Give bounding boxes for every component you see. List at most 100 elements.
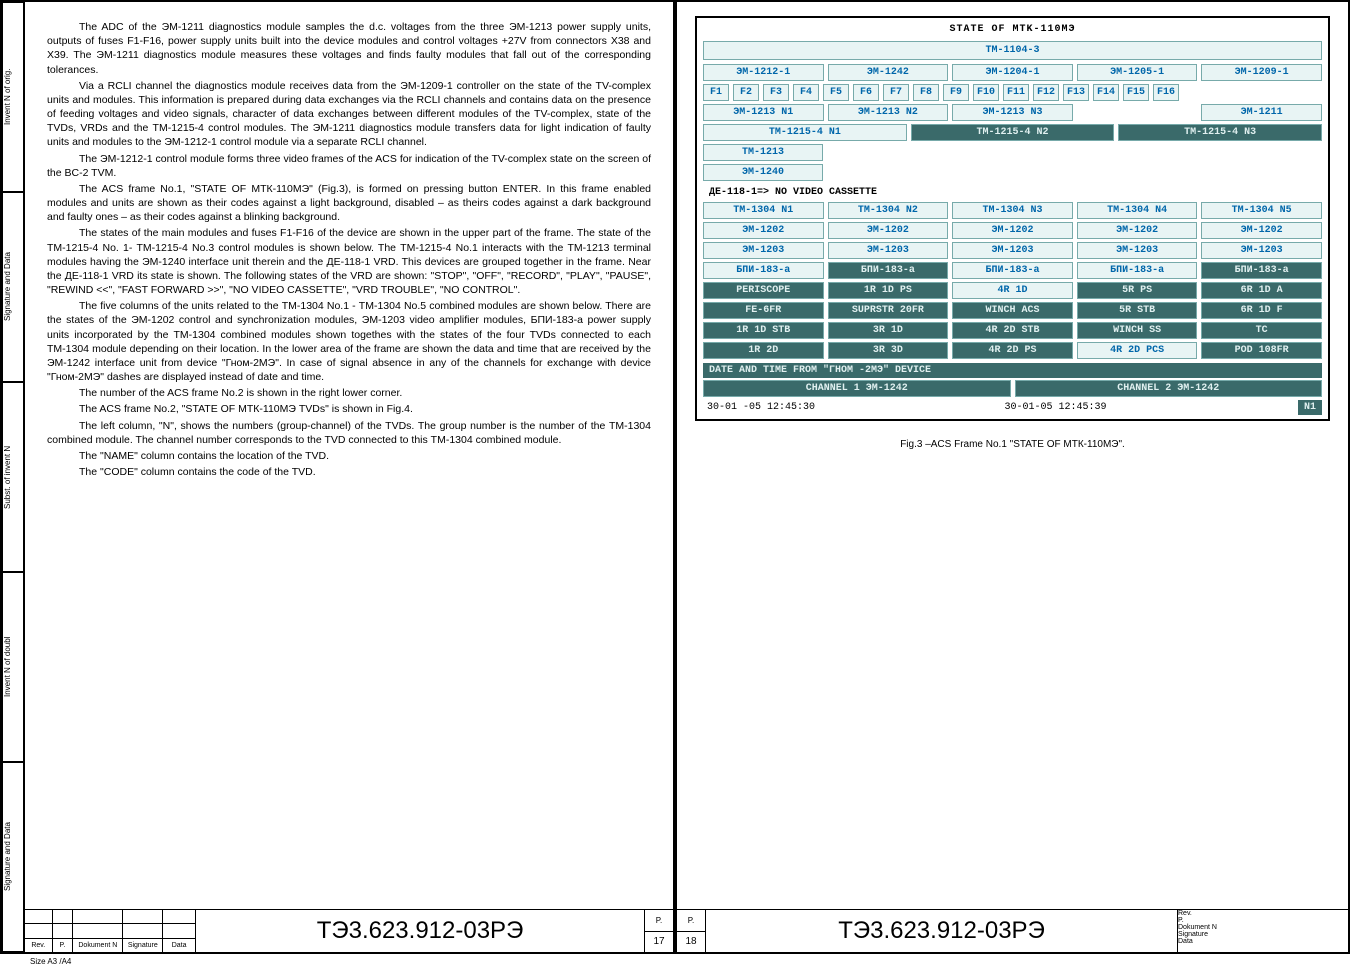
datetime-left: 30-01 -05 12:45:30: [703, 400, 995, 415]
em1240: ЭМ-1240: [703, 164, 823, 181]
channel2: CHANNEL 2 ЭМ-1242: [1015, 380, 1323, 397]
screen-subtitle: ТМ-1104-3: [703, 41, 1322, 60]
fuse-cell: F6: [853, 84, 879, 101]
side-tab: Invent N of doubl: [2, 572, 24, 762]
side-tab: Subst. of invent N: [2, 382, 24, 572]
screen-cell: TM-1304 N2: [828, 202, 949, 219]
grid-cell: WINCH SS: [1077, 322, 1198, 339]
paragraph: The states of the main modules and fuses…: [47, 226, 651, 297]
channel1: CHANNEL 1 ЭМ-1242: [703, 380, 1011, 397]
fuse-cell: F7: [883, 84, 909, 101]
doc-number: ТЭ3.623.912-03РЭ: [706, 910, 1178, 952]
hdr-dok: Dokument N: [1178, 924, 1348, 931]
grid-cell: БПИ-183-а: [1077, 262, 1198, 279]
fuse-cell: F16: [1153, 84, 1179, 101]
left-content: The ADC of the ЭМ-1211 diagnostics modul…: [24, 2, 673, 952]
screen-cell: ЭМ-1212-1: [703, 64, 824, 81]
side-tab: Signature and Data: [2, 192, 24, 382]
screen-cell: TM-1304 N4: [1077, 202, 1198, 219]
acs-screen: STATE OF MTK-110МЭ ТМ-1104-3 ЭМ-1212-1ЭМ…: [695, 16, 1330, 421]
grid-cell: 5R STB: [1077, 302, 1198, 319]
grid-cell: ЭМ-1203: [1077, 242, 1198, 259]
grid-cell: 5R PS: [1077, 282, 1198, 299]
page-num: 17: [645, 932, 673, 953]
de-state: ДЕ-118-1=> NO VIDEO CASSETTE: [703, 185, 1322, 200]
grid-cell: ЭМ-1202: [1201, 222, 1322, 239]
fuse-cell: F14: [1093, 84, 1119, 101]
screen-cell: ЭМ-1213 N1: [703, 104, 824, 121]
p-label: P.: [645, 910, 673, 932]
grid-cell: БПИ-183-а: [828, 262, 949, 279]
grid-cell: POD 108FR: [1201, 342, 1322, 359]
date-header: DATE AND TIME FROM "ГНОМ -2МЭ" DEVICE: [703, 363, 1322, 378]
side-tabs: Invent N of orig. Signature and Data Sub…: [2, 2, 24, 952]
grid-cell: ЭМ-1202: [703, 222, 824, 239]
left-page: Invent N of orig. Signature and Data Sub…: [0, 0, 675, 954]
paragraph: The ADC of the ЭМ-1211 diagnostics modul…: [47, 20, 651, 77]
fuse-cell: F1: [703, 84, 729, 101]
hdr-data: Data: [163, 939, 195, 952]
screen-cell: ЭМ-1209-1: [1201, 64, 1322, 81]
grid-cell: 4R 2D PCS: [1077, 342, 1198, 359]
right-content: STATE OF MTK-110МЭ ТМ-1104-3 ЭМ-1212-1ЭМ…: [677, 2, 1348, 952]
body-text: The ADC of the ЭМ-1211 diagnostics modul…: [25, 2, 673, 909]
grid-cell: 1R 1D STB: [703, 322, 824, 339]
grid-cell: 4R 2D PS: [952, 342, 1073, 359]
revision-table: Rev. P. Dokument N Signature Data: [25, 910, 195, 952]
tm1215-cell: TM-1215-4 N3: [1118, 124, 1322, 141]
paragraph: The five columns of the units related to…: [47, 299, 651, 384]
grid-cell: 4R 2D STB: [952, 322, 1073, 339]
paragraph: The ЭМ-1212-1 control module forms three…: [47, 152, 651, 180]
hdr-rev: Rev.: [25, 939, 53, 952]
paragraph: The number of the ACS frame No.2 is show…: [47, 386, 651, 400]
paragraph: The "CODE" column contains the code of t…: [47, 465, 651, 479]
fuse-cell: F5: [823, 84, 849, 101]
screen-cell: ЭМ-1213 N3: [952, 104, 1073, 121]
fuse-cell: F10: [973, 84, 999, 101]
grid-cell: ЭМ-1202: [952, 222, 1073, 239]
tm1213: TM-1213: [703, 144, 823, 161]
fuse-cell: F11: [1003, 84, 1029, 101]
grid-cell: 3R 3D: [828, 342, 949, 359]
screen-wrap: STATE OF MTK-110МЭ ТМ-1104-3 ЭМ-1212-1ЭМ…: [677, 2, 1348, 456]
hdr-sig: Signature: [123, 939, 163, 952]
grid-cell: БПИ-183-а: [952, 262, 1073, 279]
paragraph: The left column, "N", shows the numbers …: [47, 419, 651, 447]
grid-cell: ЭМ-1203: [1201, 242, 1322, 259]
title-block-right: P. 18 ТЭ3.623.912-03РЭ Rev. P. Dokument …: [677, 909, 1348, 952]
grid-cell: БПИ-183-а: [703, 262, 824, 279]
grid-cell: FE-6FR: [703, 302, 824, 319]
paragraph: The ACS frame No.1, "STATE OF МТК-110МЭ"…: [47, 182, 651, 225]
hdr-rev: Rev.: [1178, 910, 1348, 917]
fuse-cell: F8: [913, 84, 939, 101]
fuse-cell: F15: [1123, 84, 1149, 101]
grid-cell: 1R 2D: [703, 342, 824, 359]
side-tab: Signature and Data: [2, 762, 24, 952]
fuse-cell: F2: [733, 84, 759, 101]
hdr-dok: Dokument N: [73, 939, 123, 952]
grid-cell: TC: [1201, 322, 1322, 339]
grid-cell: ЭМ-1203: [952, 242, 1073, 259]
page-number-box: P. 17: [645, 910, 673, 952]
doc-number: ТЭ3.623.912-03РЭ: [195, 910, 645, 952]
page-num: 18: [677, 932, 705, 953]
screen-cell: ЭМ-1205-1: [1077, 64, 1198, 81]
grid-cell: ЭМ-1203: [828, 242, 949, 259]
datetime-row: 30-01 -05 12:45:30 30-01-05 12:45:39 N1: [703, 400, 1322, 415]
grid-cell: 3R 1D: [828, 322, 949, 339]
hdr-data: Data: [1178, 938, 1348, 945]
grid-cell: БПИ-183-а: [1201, 262, 1322, 279]
grid-cell: PERISCOPE: [703, 282, 824, 299]
screen-cell: TM-1304 N1: [703, 202, 824, 219]
screen-cell: ЭМ-1213 N2: [828, 104, 949, 121]
tm1215-cell: TM-1215-4 N1: [703, 124, 907, 141]
paragraph: The ACS frame No.2, "STATE OF МТК-110МЭ …: [47, 402, 651, 416]
grid-cell: SUPRSTR 20FR: [828, 302, 949, 319]
screen-cell: ЭМ-1242: [828, 64, 949, 81]
hdr-p: P.: [1178, 917, 1348, 924]
paragraph: The "NAME" column contains the location …: [47, 449, 651, 463]
datetime-right: 30-01-05 12:45:39: [1001, 400, 1293, 415]
screen-cell: TM-1304 N5: [1201, 202, 1322, 219]
screen-cell: ЭМ-1211: [1201, 104, 1322, 121]
grid-cell: ЭМ-1203: [703, 242, 824, 259]
